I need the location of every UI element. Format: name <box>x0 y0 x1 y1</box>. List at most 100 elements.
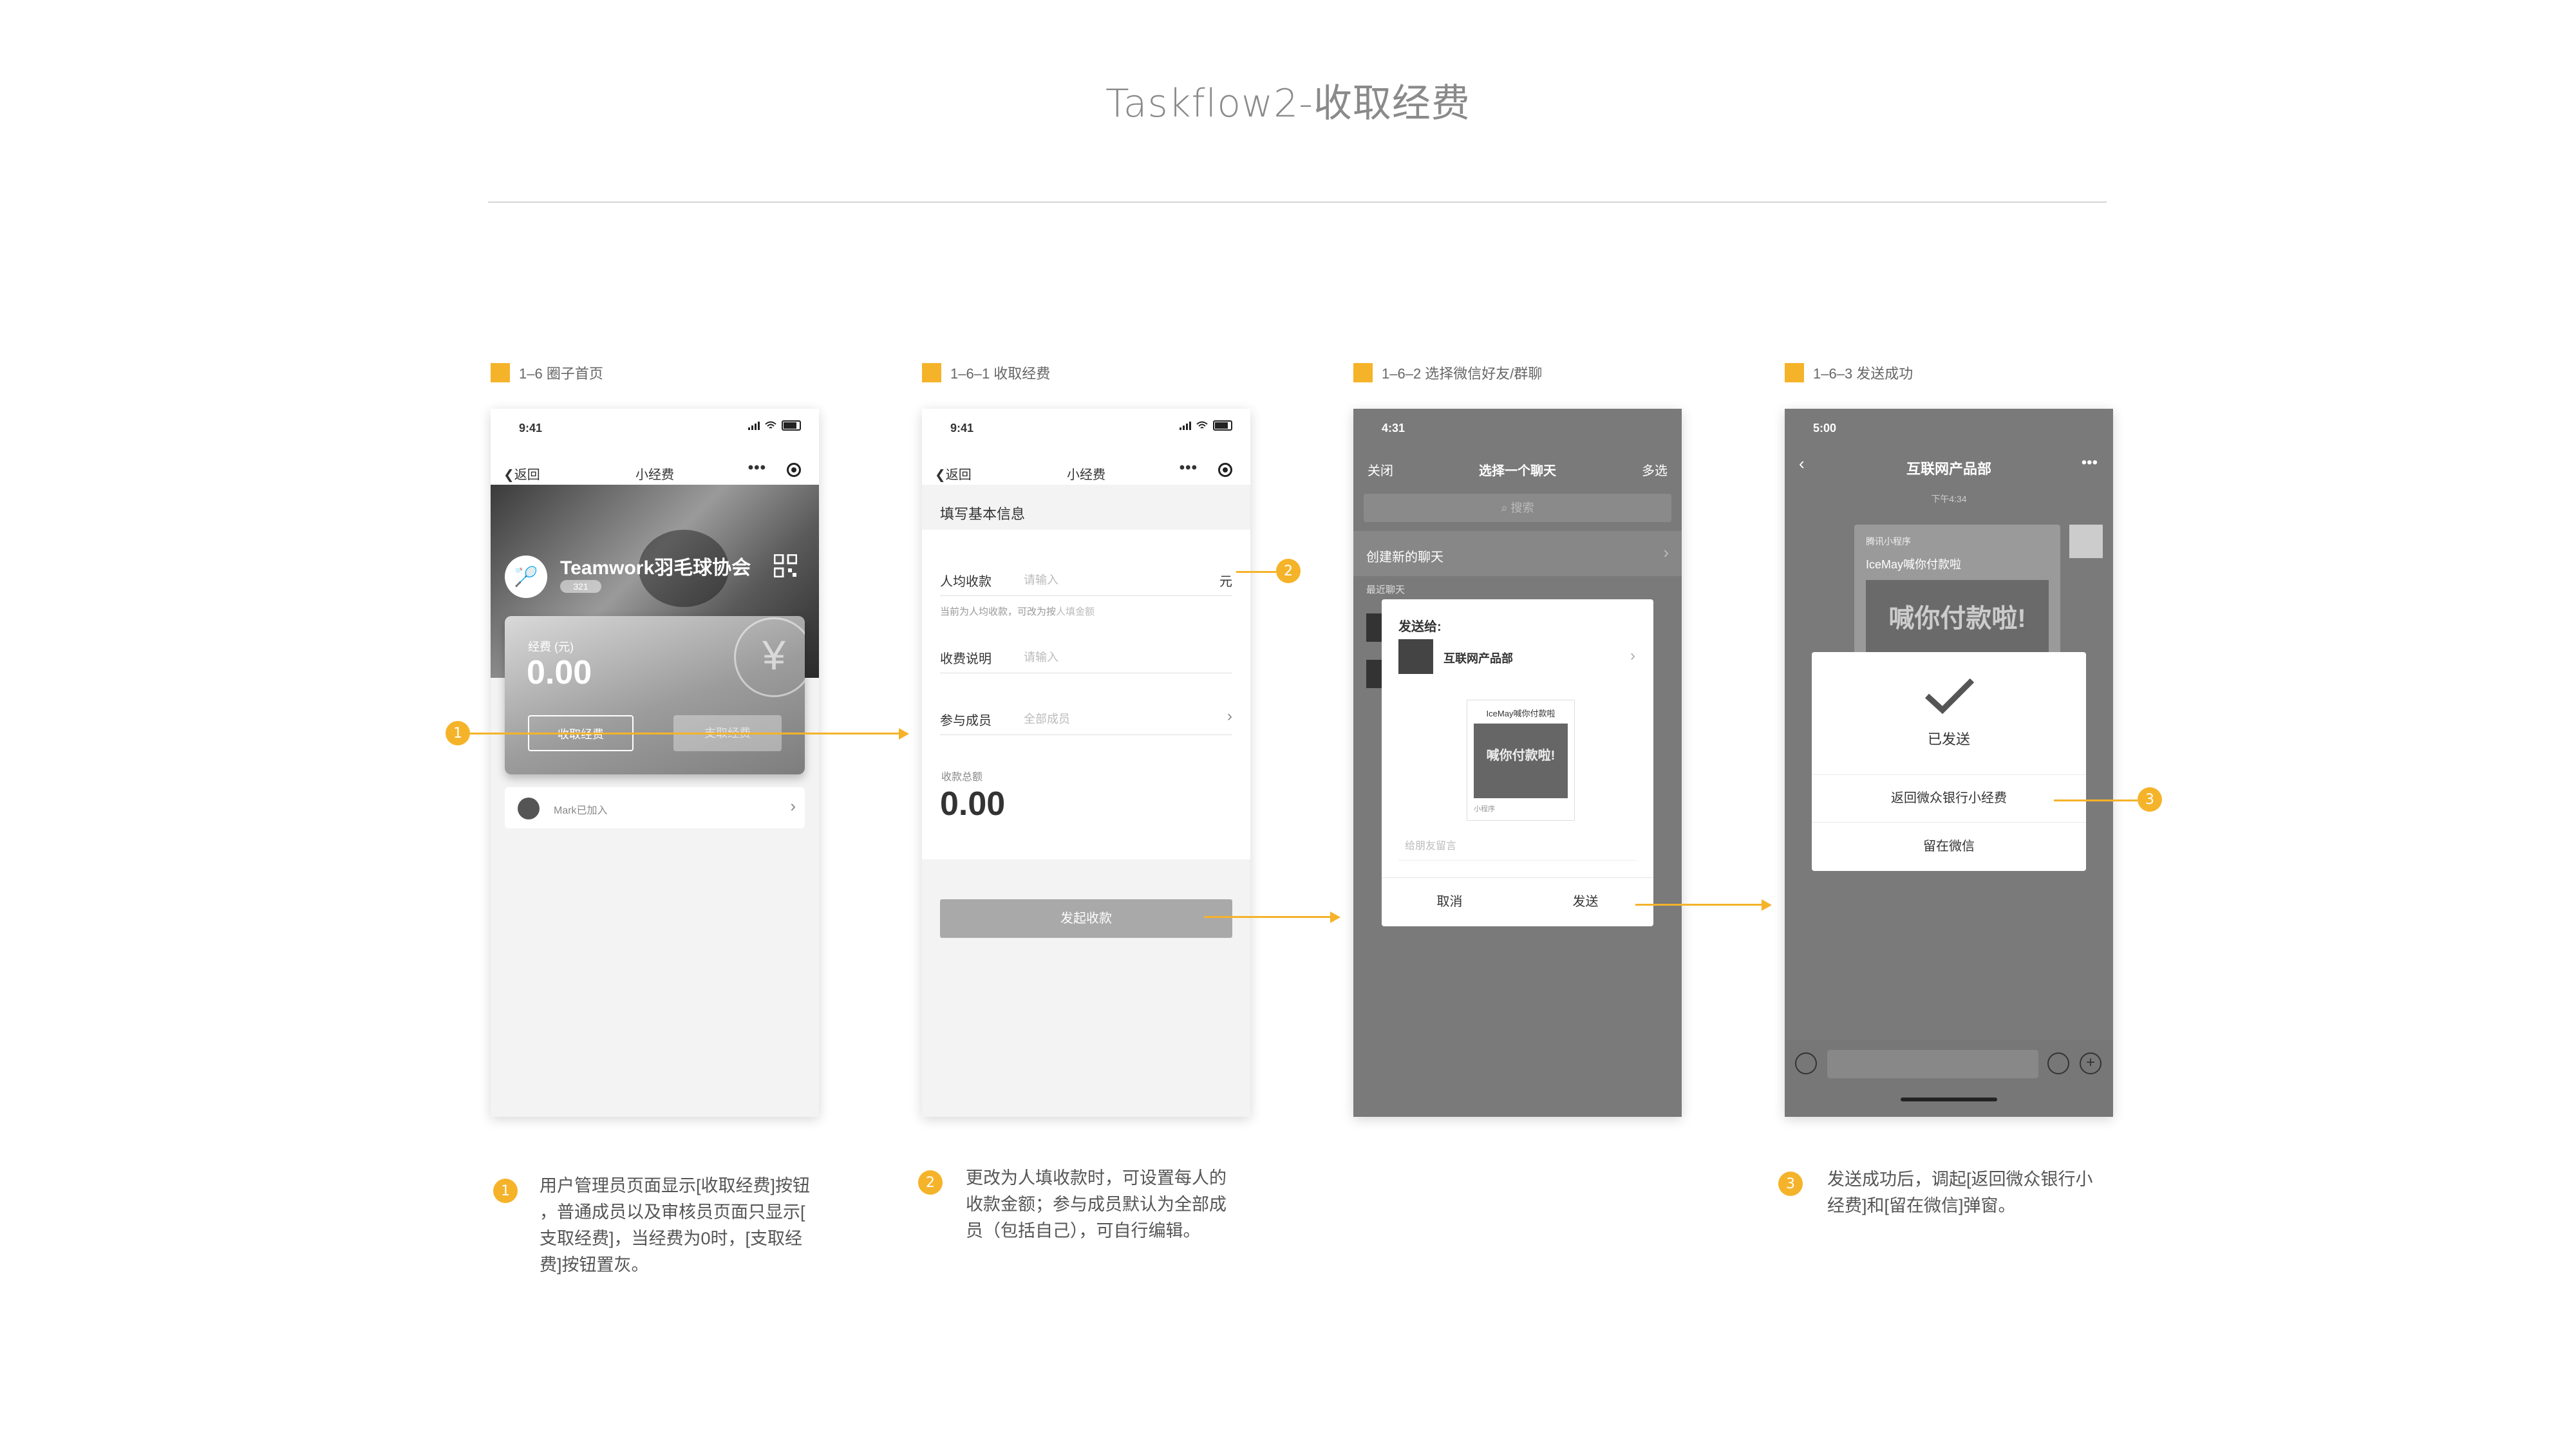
plus-icon[interactable]: + <box>2080 1052 2101 1074</box>
title-divider <box>488 201 2107 203</box>
chevron-right-icon: › <box>790 796 796 816</box>
flow-arrow-line <box>1635 904 1764 906</box>
status-time: 9:41 <box>950 422 974 435</box>
avatar <box>2069 525 2103 558</box>
status-time: 4:31 <box>1382 422 1406 435</box>
chevron-right-icon: › <box>1227 707 1232 725</box>
note-line: 用户管理员页面显示[收取经费]按钮 <box>540 1176 811 1195</box>
chat-avatar <box>1366 613 1382 642</box>
field-label: 收费说明 <box>940 652 992 666</box>
page-title: Taskflow2-收取经费 <box>1105 81 1471 126</box>
member-joined-row[interactable]: Mark已加入 › <box>505 787 805 828</box>
send-to-dialog: 发送给: 互联网产品部 › IceMay喊你付款啦 喊你付款啦! 小程序 给朋友… <box>1382 599 1653 926</box>
more-button[interactable]: ••• <box>748 459 766 477</box>
description-input[interactable]: 请输入 <box>1024 648 1058 665</box>
phone-screen-send-success: 5:00 ‹ 互联网产品部 ••• 下午4:34 腾讯小程序 IceMay喊你付… <box>1785 409 2113 1117</box>
chevron-right-icon: › <box>1663 543 1669 562</box>
message-input[interactable]: 给朋友留言 <box>1398 832 1637 861</box>
stay-in-wechat-button[interactable]: 留在微信 <box>1812 822 2086 871</box>
note-3: 发送成功后，调起[返回微众银行小 经费]和[留在微信]弹窗。 <box>1827 1166 2123 1219</box>
card-banner: 喊你付款啦! <box>1474 724 1568 798</box>
message-input[interactable] <box>1827 1050 2038 1078</box>
club-avatar: 🏸 <box>505 556 547 598</box>
club-name: Teamwork羽毛球协会 <box>560 557 751 579</box>
message-bubble: 腾讯小程序 IceMay喊你付款啦 喊你付款啦! <box>1854 525 2060 673</box>
record-icon[interactable] <box>787 463 801 477</box>
connector-line <box>2054 799 2138 801</box>
amount-mode-hint: 当前为人均收款，可改为按人填金额 <box>940 604 1095 618</box>
message-title: IceMay喊你付款啦 <box>1866 558 1962 571</box>
fund-balance: 0.00 <box>527 654 592 691</box>
field-label: 参与成员 <box>940 714 992 728</box>
total-amount: 0.00 <box>940 785 1006 823</box>
battery-icon <box>1213 420 1232 431</box>
flow-arrow-line <box>631 733 901 734</box>
group-avatar <box>1398 639 1433 674</box>
new-chat-label: 创建新的聊天 <box>1366 550 1443 565</box>
return-to-app-button[interactable]: 返回微众银行小经费 <box>1812 774 2086 822</box>
wifi-icon <box>1196 421 1208 429</box>
avatar <box>518 798 540 819</box>
status-icons <box>1180 420 1232 431</box>
phone-screen-select-chat: 4:31 关闭 选择一个聊天 多选 ⌕ 搜索 创建新的聊天 › 最近聊天 发送给… <box>1353 409 1682 1117</box>
step-marker-icon <box>491 363 510 382</box>
annotation-badge-3: 3 <box>2138 787 2162 812</box>
start-collection-button[interactable]: 发起收款 <box>940 899 1232 938</box>
wifi-icon <box>765 421 776 429</box>
arrow-right-icon <box>1330 911 1340 923</box>
message-timestamp: 下午4:34 <box>1931 494 1967 504</box>
step-marker-icon <box>1353 363 1373 382</box>
note-line: 发送成功后，调起[返回微众银行小 <box>1827 1170 2093 1189</box>
flow-arrow-line <box>1204 916 1333 918</box>
sent-status-text: 已发送 <box>1927 731 1970 747</box>
note-line: 支取经费]，当经费为0时，[支取经 <box>540 1229 803 1248</box>
yen-icon: ¥ <box>734 617 805 697</box>
emoji-icon[interactable] <box>2047 1052 2069 1074</box>
multi-select-button[interactable]: 多选 <box>1642 460 1668 479</box>
phone-screen-club-home: 9:41 ❮返回 小经费 ••• 🏸 Teamwork羽毛球协会 321 ¥ 经… <box>491 409 819 1117</box>
note-line: ，普通成员以及审核员页面只显示[ <box>540 1202 805 1222</box>
step-label-1: 1–6 圈子首页 <box>491 362 603 383</box>
status-time: 9:41 <box>519 422 543 435</box>
group-name: 互联网产品部 <box>1443 652 1513 665</box>
nav-title: 互联网产品部 <box>1906 461 1991 477</box>
home-indicator <box>1901 1098 1997 1101</box>
amount-input[interactable]: 请输入 <box>1024 571 1058 588</box>
status-bar: 5:00 <box>1785 409 2113 447</box>
new-chat-row[interactable]: 创建新的聊天 › <box>1353 531 1682 576</box>
send-to-label: 发送给: <box>1398 620 1442 634</box>
note-badge-2: 2 <box>918 1170 943 1195</box>
step-label-2: 1–6–1 收取经费 <box>922 362 1050 383</box>
checkmark-icon <box>1924 678 1975 715</box>
signal-icon <box>748 421 760 430</box>
status-bar: 9:41 <box>491 409 819 447</box>
members-field[interactable]: 参与成员 全部成员 › <box>940 705 1232 735</box>
arrow-right-icon <box>899 728 909 740</box>
nav-title: 小经费 <box>635 468 674 482</box>
send-button[interactable]: 发送 <box>1518 877 1653 926</box>
step-marker-icon <box>1785 363 1804 382</box>
note-badge-1: 1 <box>493 1179 518 1203</box>
annotation-badge-2: 2 <box>1276 559 1301 583</box>
switch-mode-link[interactable]: 人填金额 <box>1056 606 1095 617</box>
step-label-text: 1–6–2 选择微信好友/群聊 <box>1382 366 1543 382</box>
chevron-right-icon: › <box>1630 647 1635 664</box>
fee-description-field[interactable]: 收费说明 请输入 <box>940 643 1232 673</box>
field-label: 人均收款 <box>940 575 992 589</box>
hint-text: 当前为人均收款，可改为按 <box>940 606 1057 617</box>
voice-icon[interactable] <box>1795 1052 1817 1074</box>
more-button[interactable]: ••• <box>2082 454 2098 472</box>
cancel-button[interactable]: 取消 <box>1382 877 1518 926</box>
search-input[interactable]: ⌕ 搜索 <box>1364 494 1671 522</box>
per-person-amount-field[interactable]: 人均收款 请输入 元 <box>940 566 1232 596</box>
step-label-text: 1–6 圈子首页 <box>519 366 603 382</box>
more-button[interactable]: ••• <box>1180 459 1198 477</box>
form-body: 人均收款 请输入 元 当前为人均收款，可改为按人填金额 收费说明 请输入 参与成… <box>922 530 1250 859</box>
club-member-count: 321 <box>560 580 601 593</box>
sent-success-dialog: 已发送 返回微众银行小经费 留在微信 <box>1812 652 2086 871</box>
step-label-text: 1–6–3 发送成功 <box>1813 366 1913 382</box>
record-icon[interactable] <box>1218 463 1232 477</box>
qr-code-icon[interactable] <box>773 554 798 578</box>
chat-avatar <box>1366 660 1382 688</box>
signal-icon <box>1180 421 1191 430</box>
